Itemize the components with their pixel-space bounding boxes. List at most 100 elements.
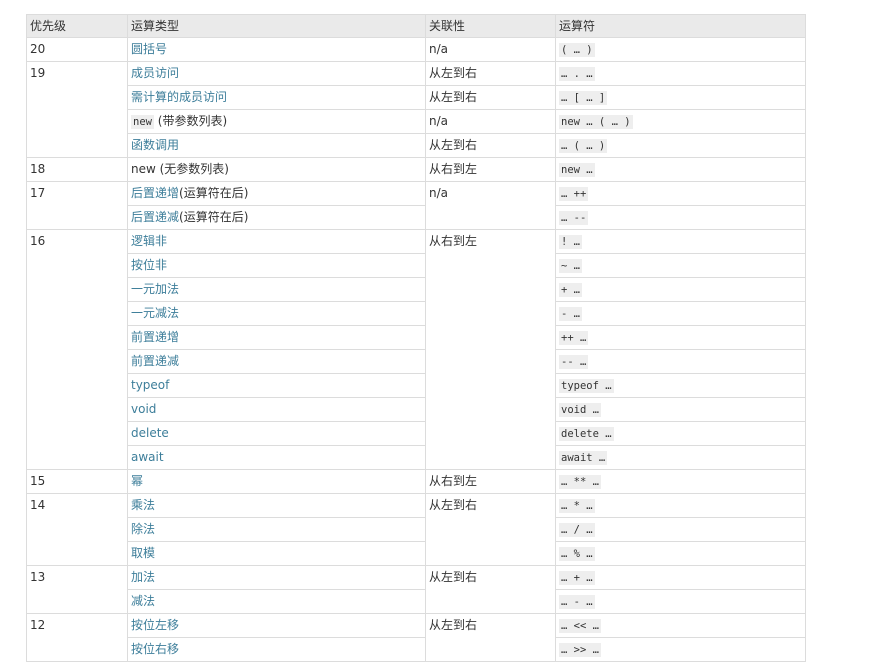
table-row: 20 圆括号 n/a( … ): [26, 37, 806, 62]
associativity-cell: 从右到左: [425, 229, 556, 470]
operation-type-link[interactable]: 前置递减: [131, 354, 179, 368]
operator-cell: … + …: [555, 565, 806, 590]
operation-type-cell: 成员访问: [127, 61, 426, 86]
operation-type-cell: 前置递减: [127, 349, 426, 374]
operation-type-link[interactable]: 一元加法: [131, 282, 179, 296]
operation-type-cell: 函数调用: [127, 133, 426, 158]
table-row: 18 new (无参数列表) 从右到左 new …: [26, 157, 806, 182]
table-row: 函数调用 从左到右… ( … ): [27, 133, 806, 158]
header-associativity: 关联性: [425, 14, 556, 38]
operation-type-link[interactable]: await: [131, 450, 164, 464]
operation-type-link[interactable]: 按位非: [131, 258, 167, 272]
operator-code: ++ …: [559, 331, 589, 345]
associativity-cell: n/a: [425, 37, 556, 62]
operation-type-cell: delete: [127, 421, 426, 446]
precedence-cell: 18: [26, 157, 128, 182]
associativity-cell: 从右到左: [425, 469, 556, 494]
operation-type-link[interactable]: 幂: [131, 474, 143, 488]
operator-code: delete …: [559, 427, 614, 441]
operator-code: … + …: [559, 571, 595, 585]
operator-cell: typeof …: [555, 373, 806, 398]
table-row: 减法 … - …: [27, 589, 806, 614]
operation-type-cell: 一元减法: [127, 301, 426, 326]
operator-code: ( … ): [559, 43, 595, 57]
table-row: 一元加法 + …: [27, 277, 806, 302]
operator-code: await …: [559, 451, 608, 465]
operation-type-link[interactable]: 需计算的成员访问: [131, 90, 227, 104]
precedence-cell: 19: [26, 61, 128, 158]
operator-cell: - …: [555, 301, 806, 326]
precedence-cell: 15: [26, 469, 128, 494]
operator-code: - …: [559, 307, 582, 321]
operator-cell: … ++: [555, 181, 806, 206]
operation-type-link[interactable]: new: [131, 114, 154, 129]
table-row: 16 逻辑非 从右到左! …: [26, 229, 806, 470]
operation-type-link[interactable]: 后置递增: [131, 186, 179, 200]
operation-type-link[interactable]: 函数调用: [131, 138, 179, 152]
operation-type-code: new: [131, 115, 154, 129]
operator-code: -- …: [559, 355, 589, 369]
operator-cell: new …: [555, 157, 806, 182]
operator-cell: delete …: [555, 421, 806, 446]
operation-type-note: (运算符在后): [179, 186, 249, 200]
operator-code: ! …: [559, 235, 582, 249]
operation-type-link[interactable]: 圆括号: [131, 42, 167, 56]
operation-type-cell: 需计算的成员访问: [127, 85, 426, 110]
precedence-cell: 13: [26, 565, 128, 614]
operation-type-link[interactable]: delete: [131, 426, 169, 440]
precedence-table-container: 优先级 运算类型 关联性 运算符 20 圆括号 n/a( … ) 19 成员访问 从左到右…: [26, 14, 806, 662]
table-row: 按位非 ~ …: [27, 253, 806, 278]
operator-code: void …: [559, 403, 601, 417]
table-row: await await …: [27, 445, 806, 470]
operation-type-cell: new (带参数列表): [127, 109, 426, 134]
operation-type-link[interactable]: 减法: [131, 594, 155, 608]
operation-type-link[interactable]: void: [131, 402, 156, 416]
operator-cell: … ** …: [555, 469, 806, 494]
operation-type-link[interactable]: 一元减法: [131, 306, 179, 320]
precedence-cell: 12: [26, 613, 128, 662]
operation-type-text: new (无参数列表): [131, 162, 229, 176]
operation-type-link[interactable]: 前置递增: [131, 330, 179, 344]
operator-precedence-table: 优先级 运算类型 关联性 运算符 20 圆括号 n/a( … ) 19 成员访问 从左到右…: [26, 14, 806, 662]
table-row: 前置递减 -- …: [27, 349, 806, 374]
operation-type-cell: 后置递减(运算符在后): [127, 205, 426, 230]
operator-code: … ** …: [559, 475, 601, 489]
operation-type-link[interactable]: 成员访问: [131, 66, 179, 80]
operator-code: … % …: [559, 547, 595, 561]
operation-type-cell: 加法: [127, 565, 426, 590]
precedence-cell: 14: [26, 493, 128, 566]
operator-cell: -- …: [555, 349, 806, 374]
operation-type-cell: 减法: [127, 589, 426, 614]
operation-type-link[interactable]: 按位右移: [131, 642, 179, 656]
operation-type-link[interactable]: typeof: [131, 378, 169, 392]
table-row: 13 加法 从左到右… + …: [26, 565, 806, 614]
operation-type-link[interactable]: 乘法: [131, 498, 155, 512]
header-precedence: 优先级: [26, 14, 128, 38]
precedence-cell: 16: [26, 229, 128, 470]
header-operator: 运算符: [555, 14, 806, 38]
operation-type-link[interactable]: 逻辑非: [131, 234, 167, 248]
table-row: delete delete …: [27, 421, 806, 446]
associativity-cell: n/a: [425, 109, 556, 134]
operation-type-cell: 按位左移: [127, 613, 426, 638]
operation-type-link[interactable]: 取模: [131, 546, 155, 560]
table-row: 14 乘法 从左到右… * …: [26, 493, 806, 566]
operator-cell: await …: [555, 445, 806, 470]
precedence-cell: 17: [26, 181, 128, 230]
operation-type-note: (带参数列表): [153, 114, 228, 128]
operation-type-link[interactable]: 加法: [131, 570, 155, 584]
table-row: new (带参数列表) n/a new … ( … ): [27, 109, 806, 134]
header-operation-type: 运算类型: [127, 14, 426, 38]
operator-cell: … * …: [555, 493, 806, 518]
associativity-cell: 从左到右: [425, 613, 556, 662]
operation-type-link[interactable]: 后置递减: [131, 210, 179, 224]
operator-code: ~ …: [559, 259, 582, 273]
table-row: 需计算的成员访问 从左到右… [ … ]: [27, 85, 806, 110]
operation-type-cell: typeof: [127, 373, 426, 398]
operator-code: … / …: [559, 523, 595, 537]
operation-type-link[interactable]: 除法: [131, 522, 155, 536]
associativity-cell: 从左到右: [425, 61, 556, 86]
operation-type-cell: 除法: [127, 517, 426, 542]
operator-cell: ++ …: [555, 325, 806, 350]
operator-code: … >> …: [559, 643, 601, 657]
